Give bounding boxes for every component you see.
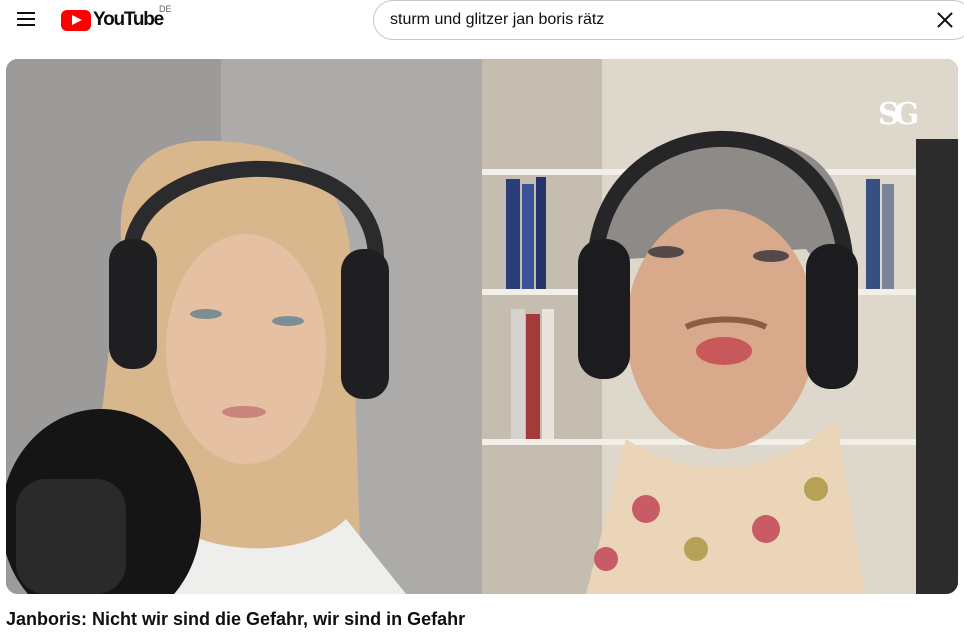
hamburger-menu-icon[interactable] [14, 9, 38, 31]
video-frame [6, 59, 958, 594]
video-title[interactable]: Janboris: Nicht wir sind die Gefahr, wir… [6, 609, 465, 630]
search-box [373, 0, 964, 40]
channel-watermark: SG [878, 97, 919, 132]
logo-text: YouTube [93, 9, 164, 30]
youtube-logo-icon [61, 9, 91, 31]
watermark-text: SG [878, 97, 919, 132]
video-player[interactable]: SG [6, 59, 958, 594]
country-code: DE [159, 4, 172, 14]
close-icon[interactable] [935, 10, 955, 30]
search-input[interactable] [390, 10, 930, 30]
top-bar: YouTube DE [0, 0, 964, 40]
youtube-logo[interactable]: YouTube [61, 8, 164, 32]
